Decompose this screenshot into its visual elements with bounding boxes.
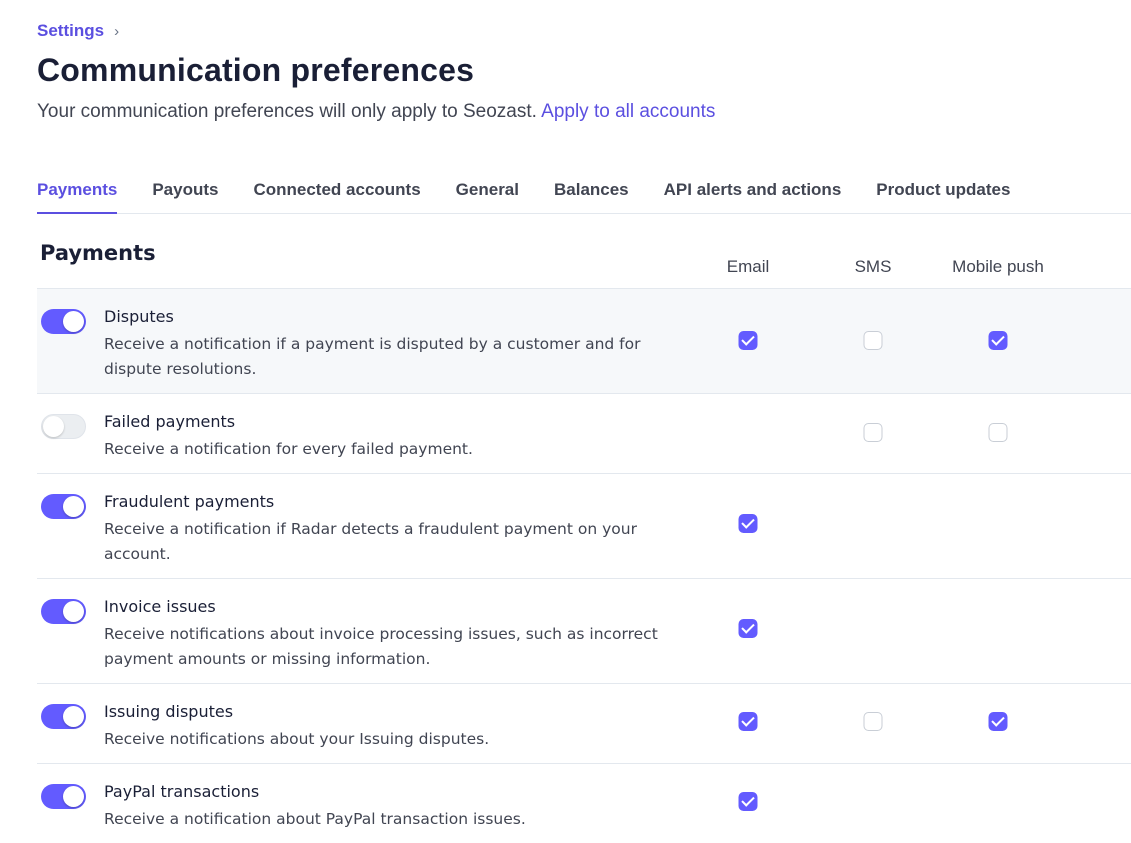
issuing-disputes-sms-checkbox[interactable]: [863, 712, 883, 731]
preference-row-failed-payments: Failed payments Receive a notification f…: [37, 394, 1131, 474]
tab-product-updates[interactable]: Product updates: [876, 178, 1010, 214]
tab-payments[interactable]: Payments: [37, 178, 118, 214]
row-title: Failed payments: [104, 412, 236, 431]
row-description: Receive notifications about invoice proc…: [104, 625, 658, 668]
section-title: Payments: [40, 241, 156, 265]
row-title: Invoice issues: [104, 597, 216, 616]
page-subtitle: Your communication preferences will only…: [37, 101, 715, 123]
invoice-issues-email-checkbox[interactable]: [738, 619, 758, 638]
row-title: Issuing disputes: [104, 702, 234, 721]
failed-payments-toggle[interactable]: [41, 414, 86, 439]
toggle-knob: [63, 601, 84, 622]
column-header-sms: SMS: [854, 257, 892, 276]
fraudulent-payments-toggle[interactable]: [41, 494, 86, 519]
tab-api-alerts-and-actions[interactable]: API alerts and actions: [664, 178, 842, 214]
row-description: Receive notifications about your Issuing…: [104, 730, 490, 748]
disputes-sms-checkbox[interactable]: [863, 331, 883, 350]
tab-payouts[interactable]: Payouts: [152, 178, 218, 214]
chevron-right-icon: ›: [114, 22, 120, 40]
row-description: Receive a notification if a payment is d…: [104, 335, 641, 378]
row-title: Fraudulent payments: [104, 492, 275, 511]
paypal-transactions-toggle[interactable]: [41, 784, 86, 809]
tab-connected-accounts[interactable]: Connected accounts: [253, 178, 420, 214]
tab-bar: Payments Payouts Connected accounts Gene…: [37, 178, 1131, 214]
fraudulent-payments-email-checkbox[interactable]: [738, 514, 758, 533]
page-title: Communication preferences: [37, 52, 475, 88]
failed-payments-mobile-push-checkbox[interactable]: [988, 423, 1008, 442]
subtitle-text: Your communication preferences will only…: [37, 101, 537, 122]
column-header-mobile-push: Mobile push: [952, 257, 1044, 276]
issuing-disputes-email-checkbox[interactable]: [738, 712, 758, 731]
failed-payments-sms-checkbox[interactable]: [863, 423, 883, 442]
toggle-knob: [63, 786, 84, 807]
preference-row-paypal-transactions: PayPal transactions Receive a notificati…: [37, 764, 1131, 843]
row-title: PayPal transactions: [104, 782, 260, 801]
breadcrumb: Settings ›: [37, 21, 119, 41]
preference-row-disputes: Disputes Receive a notification if a pay…: [37, 289, 1131, 394]
disputes-mobile-push-checkbox[interactable]: [988, 331, 1008, 350]
issuing-disputes-mobile-push-checkbox[interactable]: [988, 712, 1008, 731]
preference-row-fraudulent-payments: Fraudulent payments Receive a notificati…: [37, 474, 1131, 579]
preference-row-invoice-issues: Invoice issues Receive notifications abo…: [37, 579, 1131, 684]
paypal-transactions-email-checkbox[interactable]: [738, 792, 758, 811]
toggle-knob: [43, 416, 64, 437]
invoice-issues-toggle[interactable]: [41, 599, 86, 624]
disputes-email-checkbox[interactable]: [738, 331, 758, 350]
tab-general[interactable]: General: [456, 178, 519, 214]
column-header-email: Email: [726, 257, 770, 276]
preferences-list: Disputes Receive a notification if a pay…: [37, 288, 1131, 843]
tab-balances[interactable]: Balances: [554, 178, 629, 214]
row-title: Disputes: [104, 307, 174, 326]
toggle-knob: [63, 706, 84, 727]
row-description: Receive a notification for every failed …: [104, 440, 473, 458]
breadcrumb-settings-link[interactable]: Settings: [37, 21, 104, 41]
toggle-knob: [63, 496, 84, 517]
row-description: Receive a notification about PayPal tran…: [104, 810, 526, 828]
row-description: Receive a notification if Radar detects …: [104, 520, 637, 563]
apply-to-all-accounts-link[interactable]: Apply to all accounts: [541, 101, 715, 122]
preference-row-issuing-disputes: Issuing disputes Receive notifications a…: [37, 684, 1131, 764]
disputes-toggle[interactable]: [41, 309, 86, 334]
toggle-knob: [63, 311, 84, 332]
issuing-disputes-toggle[interactable]: [41, 704, 86, 729]
